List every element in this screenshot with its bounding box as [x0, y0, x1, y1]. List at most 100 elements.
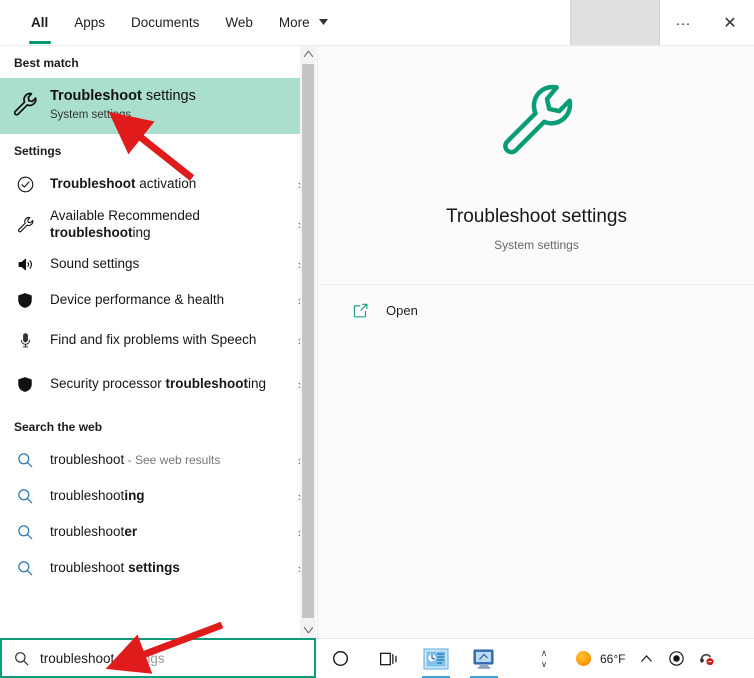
wrench-icon [0, 87, 50, 118]
tab-all[interactable]: All [18, 0, 61, 46]
web-result-label: troubleshooter [50, 523, 284, 541]
label-grey: - See web results [124, 452, 221, 467]
tab-all-label: All [31, 15, 49, 30]
settings-item-find-fix-problems-speech[interactable]: Find and fix problems with Speech › [0, 318, 316, 362]
tab-apps-label: Apps [74, 15, 106, 30]
tab-list: All Apps Documents Web More [0, 0, 341, 46]
preview-panel: Troubleshoot settings System settings Op… [317, 46, 754, 638]
tab-more-label: More [278, 15, 310, 30]
app-icon-1[interactable] [412, 639, 460, 678]
best-match-text: Troubleshoot settings System settings [50, 87, 316, 121]
tab-web-label: Web [225, 15, 253, 30]
scroll-up-icon[interactable] [300, 46, 316, 62]
search-icon [2, 650, 40, 667]
settings-item-label: Security processor troubleshooting [50, 375, 284, 393]
weather-temperature: 66°F [600, 651, 626, 666]
label-bold: ing [124, 488, 145, 504]
search-input-text: troubleshoot settings [40, 651, 165, 666]
label-bold: er [124, 524, 138, 540]
search-icon [0, 487, 50, 505]
preview-divider [318, 284, 754, 285]
scroll-down-icon[interactable]: ∨ [541, 659, 548, 670]
web-result-troubleshoot-settings[interactable]: troubleshoot settings › [0, 550, 316, 586]
settings-item-device-performance-health[interactable]: Device performance & health › [0, 282, 316, 318]
settings-item-available-recommended-troubleshooting[interactable]: Available Recommended troubleshooting › [0, 202, 316, 246]
tab-more[interactable]: More [266, 0, 342, 46]
best-match-result[interactable]: Troubleshoot settings System settings [0, 78, 316, 134]
tab-documents[interactable]: Documents [118, 0, 212, 46]
scroll-up-icon[interactable]: ∧ [541, 648, 548, 659]
results-scrollbar[interactable] [300, 46, 316, 638]
settings-item-sound-settings[interactable]: Sound settings › [0, 246, 316, 282]
search-flyout-window: All Apps Documents Web More ··· ✕ Best m… [0, 0, 754, 678]
system-tray [631, 639, 721, 678]
headset-icon[interactable] [691, 639, 721, 678]
open-external-icon [352, 302, 386, 319]
taskbar-scroll-arrows[interactable]: ∧ ∨ [526, 639, 562, 678]
label-rest: ing [132, 225, 151, 240]
web-result-troubleshoot[interactable]: troubleshoot - See web results › [0, 442, 316, 478]
label-pre: troubleshoot [50, 560, 129, 576]
weather-widget[interactable]: 66°F [576, 651, 625, 666]
label-bold: Troubleshoot [50, 176, 136, 192]
web-result-label: troubleshooting [50, 487, 284, 505]
best-match-title-rest: settings [141, 88, 196, 104]
settings-item-troubleshoot-activation[interactable]: Troubleshoot activation › [0, 166, 316, 202]
record-icon[interactable] [661, 639, 691, 678]
web-result-label: troubleshoot - See web results [50, 451, 284, 470]
open-button-label: Open [386, 303, 418, 318]
settings-item-label: Device performance & health [50, 292, 225, 308]
search-input[interactable]: troubleshoot settings [0, 638, 316, 678]
search-suggestion-suffix: settings [114, 650, 165, 666]
label-pre: troubleshoot [50, 488, 125, 504]
label-pre: Available Recommended [50, 207, 200, 223]
best-match-title: Troubleshoot settings [50, 87, 316, 106]
settings-item-label: Troubleshoot activation [50, 175, 284, 193]
tab-documents-label: Documents [131, 15, 200, 30]
task-view-icon[interactable] [364, 639, 412, 678]
settings-item-label: Sound settings [50, 256, 140, 272]
open-button[interactable]: Open [352, 302, 418, 319]
search-icon [0, 559, 50, 577]
shield-icon [0, 375, 50, 394]
label-bold: troubleshoot [165, 376, 249, 392]
label-rest: ing [248, 376, 267, 392]
close-label: ✕ [723, 15, 737, 32]
web-result-troubleshooting[interactable]: troubleshooting › [0, 478, 316, 514]
search-icon [0, 451, 50, 469]
settings-item-security-processor-troubleshooting[interactable]: Security processor troubleshooting › [0, 362, 316, 406]
settings-item-label: Available Recommended troubleshooting [50, 207, 284, 242]
web-result-label: troubleshoot settings [50, 559, 284, 577]
search-icon [0, 523, 50, 541]
more-options-icon[interactable]: ··· [660, 0, 706, 46]
label-pre: Security processor [50, 376, 166, 392]
preview-title: Troubleshoot settings [446, 206, 627, 227]
wrench-icon [318, 76, 754, 167]
chevron-down-icon [319, 0, 329, 46]
tab-apps[interactable]: Apps [61, 0, 118, 46]
label-rest: activation [135, 176, 197, 192]
scrollbar-thumb[interactable] [302, 64, 314, 618]
label-bold: settings [128, 560, 180, 576]
label-pre: troubleshoot [50, 451, 125, 467]
microphone-icon [0, 331, 50, 350]
window-controls: ··· ✕ [570, 0, 754, 46]
tray-chevron-up-icon[interactable] [631, 639, 661, 678]
web-result-troubleshooter[interactable]: troubleshooter › [0, 514, 316, 550]
best-match-subtitle: System settings [50, 109, 132, 121]
app-icon-2[interactable] [460, 639, 508, 678]
account-avatar-placeholder[interactable] [570, 0, 660, 46]
best-match-header: Best match [14, 56, 79, 70]
close-icon[interactable]: ✕ [706, 0, 754, 46]
cortana-icon[interactable] [316, 639, 364, 678]
label-bold: troubleshoot [50, 225, 133, 240]
shield-icon [0, 291, 50, 310]
check-circle-icon [0, 175, 50, 194]
search-tab-bar: All Apps Documents Web More ··· ✕ [0, 0, 754, 46]
taskbar: ∧ ∨ 66°F [316, 638, 754, 678]
tab-web[interactable]: Web [212, 0, 266, 46]
more-options-label: ··· [675, 14, 691, 32]
sun-icon [576, 651, 591, 666]
scroll-down-icon[interactable] [300, 622, 316, 638]
settings-header: Settings [14, 144, 62, 158]
